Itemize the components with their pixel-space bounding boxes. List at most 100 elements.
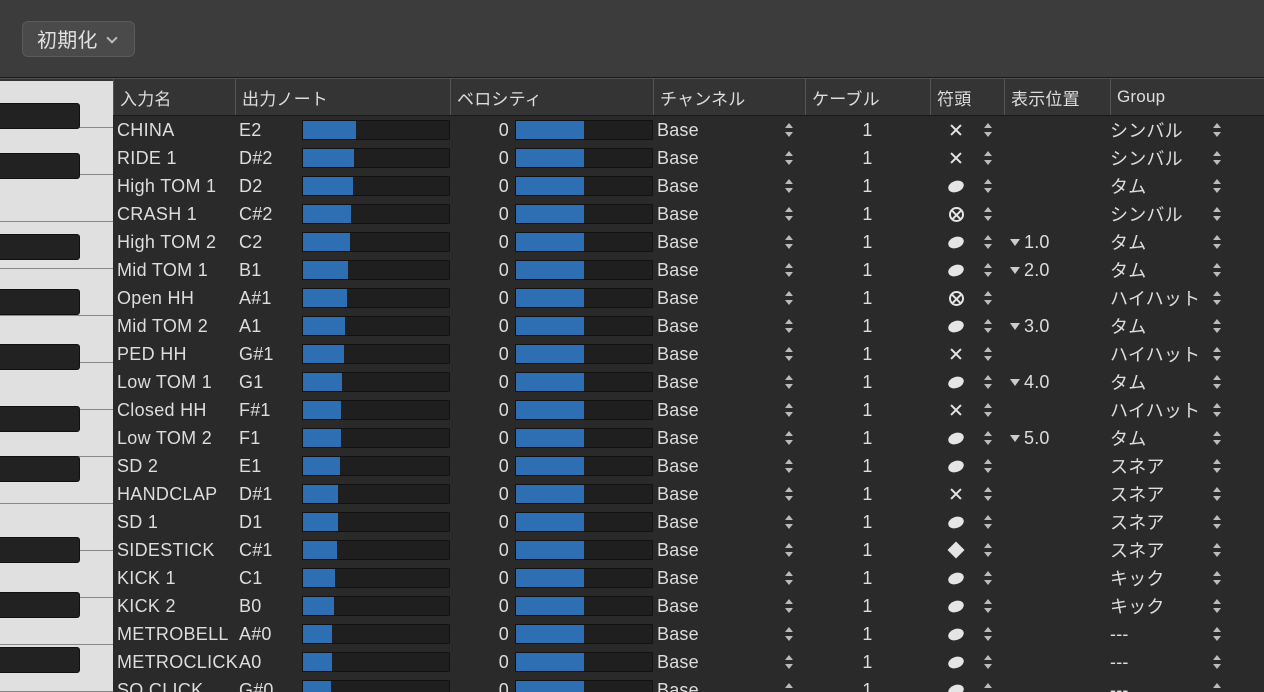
velocity-bar-cell[interactable] bbox=[513, 564, 653, 592]
position-cell[interactable] bbox=[1004, 116, 1106, 144]
channel-stepper[interactable] bbox=[783, 648, 805, 676]
notehead-stepper[interactable] bbox=[982, 396, 1004, 424]
position-cell[interactable] bbox=[1004, 508, 1106, 536]
channel-cell[interactable]: Base bbox=[653, 368, 783, 396]
notehead-stepper[interactable] bbox=[982, 536, 1004, 564]
input-name-cell[interactable]: Mid TOM 2 bbox=[113, 312, 235, 340]
input-name-cell[interactable]: RIDE 1 bbox=[113, 144, 235, 172]
velocity-slider[interactable] bbox=[515, 456, 653, 476]
velocity-slider[interactable] bbox=[515, 400, 653, 420]
output-note-cell[interactable]: D#1 bbox=[235, 480, 300, 508]
position-cell[interactable] bbox=[1004, 536, 1106, 564]
notehead-cell[interactable] bbox=[930, 676, 982, 692]
output-note-slider[interactable] bbox=[302, 540, 450, 560]
cable-cell[interactable]: 1 bbox=[805, 312, 930, 340]
group-cell[interactable]: タム bbox=[1106, 368, 1211, 396]
input-name-cell[interactable]: Low TOM 1 bbox=[113, 368, 235, 396]
velocity-slider[interactable] bbox=[515, 652, 653, 672]
output-note-slider[interactable] bbox=[302, 428, 450, 448]
channel-stepper[interactable] bbox=[783, 592, 805, 620]
channel-stepper[interactable] bbox=[783, 340, 805, 368]
notehead-stepper[interactable] bbox=[982, 648, 1004, 676]
group-cell[interactable]: タム bbox=[1106, 228, 1211, 256]
channel-cell[interactable]: Base bbox=[653, 116, 783, 144]
cable-cell[interactable]: 1 bbox=[805, 200, 930, 228]
output-note-bar-cell[interactable] bbox=[300, 620, 450, 648]
output-note-bar-cell[interactable] bbox=[300, 648, 450, 676]
notehead-cell[interactable] bbox=[930, 536, 982, 564]
velocity-value-cell[interactable]: 0 bbox=[450, 536, 513, 564]
input-name-cell[interactable]: HANDCLAP bbox=[113, 480, 235, 508]
cable-cell[interactable]: 1 bbox=[805, 284, 930, 312]
channel-cell[interactable]: Base bbox=[653, 676, 783, 692]
channel-stepper[interactable] bbox=[783, 200, 805, 228]
group-cell[interactable]: ハイハット bbox=[1106, 340, 1211, 368]
cable-cell[interactable]: 1 bbox=[805, 172, 930, 200]
output-note-bar-cell[interactable] bbox=[300, 368, 450, 396]
channel-stepper[interactable] bbox=[783, 620, 805, 648]
output-note-slider[interactable] bbox=[302, 232, 450, 252]
velocity-bar-cell[interactable] bbox=[513, 172, 653, 200]
output-note-bar-cell[interactable] bbox=[300, 200, 450, 228]
group-stepper[interactable] bbox=[1211, 256, 1233, 284]
velocity-value-cell[interactable]: 0 bbox=[450, 172, 513, 200]
velocity-value-cell[interactable]: 0 bbox=[450, 508, 513, 536]
group-stepper[interactable] bbox=[1211, 592, 1233, 620]
notehead-stepper[interactable] bbox=[982, 144, 1004, 172]
group-cell[interactable]: --- bbox=[1106, 676, 1211, 692]
output-note-bar-cell[interactable] bbox=[300, 676, 450, 692]
output-note-cell[interactable]: A1 bbox=[235, 312, 300, 340]
output-note-cell[interactable]: F1 bbox=[235, 424, 300, 452]
group-stepper[interactable] bbox=[1211, 536, 1233, 564]
velocity-slider[interactable] bbox=[515, 232, 653, 252]
output-note-bar-cell[interactable] bbox=[300, 424, 450, 452]
notehead-cell[interactable] bbox=[930, 172, 982, 200]
velocity-value-cell[interactable]: 0 bbox=[450, 340, 513, 368]
output-note-cell[interactable]: A#0 bbox=[235, 620, 300, 648]
notehead-stepper[interactable] bbox=[982, 424, 1004, 452]
input-name-cell[interactable]: SD 1 bbox=[113, 508, 235, 536]
channel-stepper[interactable] bbox=[783, 676, 805, 692]
channel-cell[interactable]: Base bbox=[653, 144, 783, 172]
velocity-bar-cell[interactable] bbox=[513, 592, 653, 620]
position-cell[interactable] bbox=[1004, 452, 1106, 480]
output-note-cell[interactable]: D2 bbox=[235, 172, 300, 200]
notehead-stepper[interactable] bbox=[982, 200, 1004, 228]
output-note-cell[interactable]: F#1 bbox=[235, 396, 300, 424]
position-cell[interactable] bbox=[1004, 396, 1106, 424]
output-note-slider[interactable] bbox=[302, 400, 450, 420]
output-note-bar-cell[interactable] bbox=[300, 592, 450, 620]
output-note-slider[interactable] bbox=[302, 288, 450, 308]
input-name-cell[interactable]: Closed HH bbox=[113, 396, 235, 424]
header-input-name[interactable]: 入力名 bbox=[113, 79, 235, 115]
velocity-bar-cell[interactable] bbox=[513, 340, 653, 368]
output-note-cell[interactable]: E1 bbox=[235, 452, 300, 480]
group-cell[interactable]: スネア bbox=[1106, 508, 1211, 536]
output-note-bar-cell[interactable] bbox=[300, 480, 450, 508]
output-note-slider[interactable] bbox=[302, 344, 450, 364]
velocity-bar-cell[interactable] bbox=[513, 144, 653, 172]
output-note-bar-cell[interactable] bbox=[300, 284, 450, 312]
channel-cell[interactable]: Base bbox=[653, 480, 783, 508]
channel-cell[interactable]: Base bbox=[653, 508, 783, 536]
input-name-cell[interactable]: CRASH 1 bbox=[113, 200, 235, 228]
notehead-cell[interactable] bbox=[930, 564, 982, 592]
notehead-cell[interactable] bbox=[930, 508, 982, 536]
velocity-bar-cell[interactable] bbox=[513, 256, 653, 284]
velocity-value-cell[interactable]: 0 bbox=[450, 424, 513, 452]
velocity-slider[interactable] bbox=[515, 512, 653, 532]
velocity-slider[interactable] bbox=[515, 596, 653, 616]
cable-cell[interactable]: 1 bbox=[805, 452, 930, 480]
velocity-slider[interactable] bbox=[515, 176, 653, 196]
input-name-cell[interactable]: METROBELL bbox=[113, 620, 235, 648]
velocity-value-cell[interactable]: 0 bbox=[450, 676, 513, 692]
group-cell[interactable]: スネア bbox=[1106, 536, 1211, 564]
channel-cell[interactable]: Base bbox=[653, 200, 783, 228]
notehead-stepper[interactable] bbox=[982, 172, 1004, 200]
channel-cell[interactable]: Base bbox=[653, 620, 783, 648]
channel-stepper[interactable] bbox=[783, 144, 805, 172]
position-cell[interactable]: 1.0 bbox=[1004, 228, 1106, 256]
notehead-cell[interactable] bbox=[930, 144, 982, 172]
channel-cell[interactable]: Base bbox=[653, 172, 783, 200]
position-cell[interactable] bbox=[1004, 648, 1106, 676]
